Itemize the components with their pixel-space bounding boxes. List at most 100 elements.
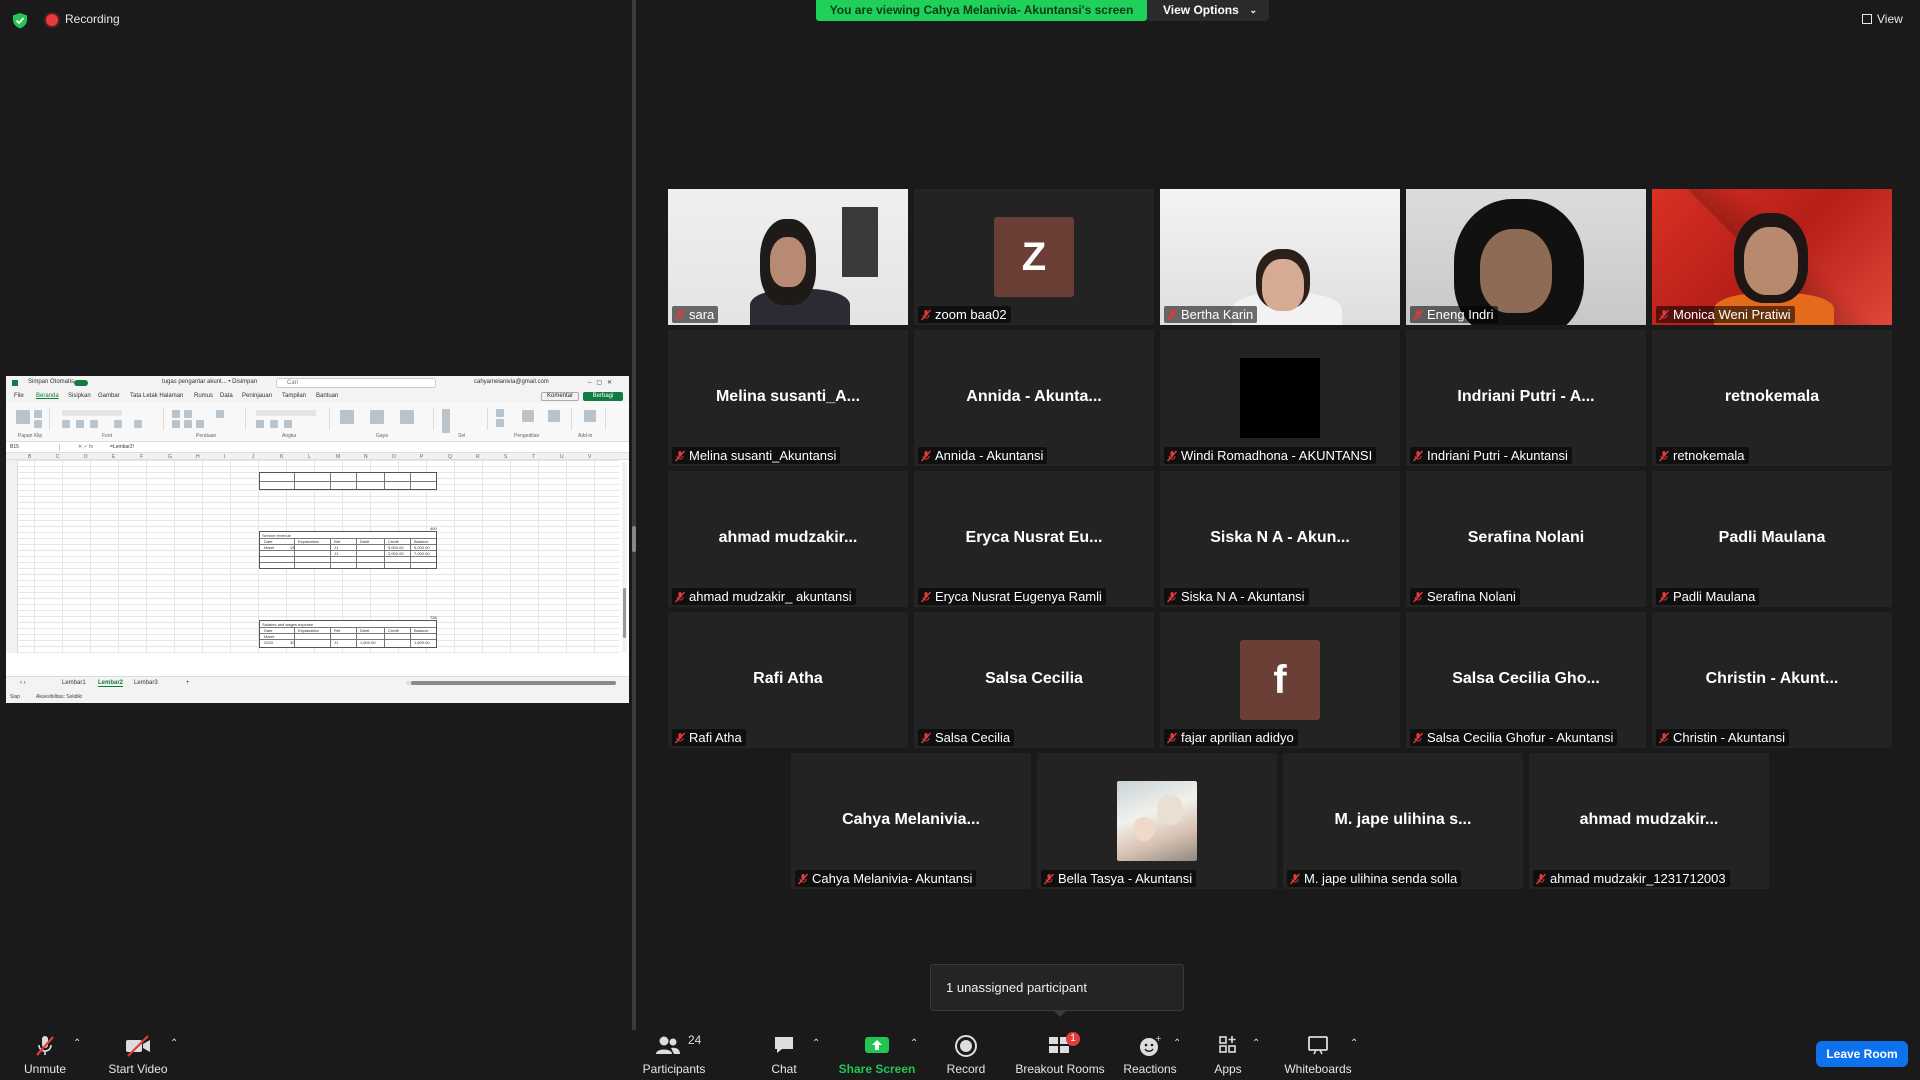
recording-label[interactable]: Recording: [65, 12, 120, 26]
participant-tile[interactable]: Melina susanti_A... Melina susanti_Akunta…: [668, 330, 908, 466]
ribbon-label-styles: Gaya: [376, 433, 388, 439]
participant-display-name: Salsa Cecilia: [985, 670, 1083, 687]
audio-options-caret-icon[interactable]: ⌃: [73, 1038, 81, 1049]
view-grid-icon: [1862, 14, 1872, 24]
participant-nameplate: Eryca Nusrat Eugenya Ramli: [918, 588, 1106, 605]
participant-tile[interactable]: Bertha Karin: [1160, 189, 1400, 325]
participant-tile[interactable]: ahmad mudzakir... ahmad mudzakir_ akuntan…: [668, 471, 908, 607]
muted-mic-icon: [1412, 309, 1424, 321]
breakout-rooms-button[interactable]: 1 Breakout Rooms: [1010, 1030, 1110, 1080]
participant-tile[interactable]: Eneng Indri: [1406, 189, 1646, 325]
participant-tile[interactable]: M. jape ulihina s... M. jape ulihina send…: [1283, 753, 1523, 889]
video-options-caret-icon[interactable]: ⌃: [170, 1038, 178, 1049]
sheet-table-1: [259, 472, 437, 490]
muted-mic-icon: [920, 591, 932, 603]
participant-tile[interactable]: Cahya Melanivia... Cahya Melanivia- Akunt…: [791, 753, 1031, 889]
participant-nameplate: Christin - Akuntansi: [1656, 729, 1789, 746]
whiteboards-button[interactable]: Whiteboards: [1280, 1030, 1356, 1080]
autosave-toggle: [74, 380, 88, 386]
view-button[interactable]: View: [1877, 12, 1903, 26]
t3-r2-day: 30: [290, 640, 295, 645]
name-box: B15: [10, 444, 60, 451]
apps-button[interactable]: Apps: [1206, 1030, 1250, 1080]
sheet-tab-3: Lembar3: [134, 680, 158, 686]
muted-mic-icon: [1166, 732, 1178, 744]
participant-tile[interactable]: Windi Romadhona - AKUNTANSI: [1160, 330, 1400, 466]
participant-tile[interactable]: Christin - Akunt... Christin - Akuntansi: [1652, 612, 1892, 748]
reactions-caret-icon[interactable]: ⌃: [1173, 1038, 1181, 1049]
participant-video: [1652, 189, 1892, 325]
excel-comment-button: Komentar: [541, 392, 579, 401]
participant-tile[interactable]: Bella Tasya - Akuntansi: [1037, 753, 1277, 889]
participant-tile[interactable]: sara: [668, 189, 908, 325]
participants-count: 24: [688, 1033, 702, 1047]
muted-mic-icon: [920, 309, 932, 321]
apps-caret-icon[interactable]: ⌃: [1252, 1038, 1260, 1049]
unassigned-participant-popup[interactable]: 1 unassigned participant: [930, 964, 1184, 1011]
fx-icon: ✕ ✓ fx: [78, 444, 94, 450]
participant-tile[interactable]: f fajar aprilian adidyo: [1160, 612, 1400, 748]
participant-tile[interactable]: Annida - Akunta... Annida - Akuntansi: [914, 330, 1154, 466]
participant-display-name: Siska N A - Akun...: [1210, 529, 1350, 546]
participant-tile[interactable]: Salsa Cecilia Gho... Salsa Cecilia Ghofur…: [1406, 612, 1646, 748]
participant-tile[interactable]: Zzoom baa02: [914, 189, 1154, 325]
start-video-label: Start Video: [108, 1062, 168, 1076]
avatar: [1240, 358, 1320, 438]
unmute-button[interactable]: Unmute: [12, 1030, 78, 1080]
participant-tile[interactable]: Siska N A - Akun... Siska N A - Akuntansi: [1160, 471, 1400, 607]
microphone-muted-icon: [36, 1036, 54, 1056]
chat-button[interactable]: Chat: [760, 1030, 808, 1080]
participant-name: Windi Romadhona - AKUNTANSI: [1181, 448, 1373, 463]
splitter-handle[interactable]: [632, 526, 636, 552]
record-label: Record: [946, 1062, 986, 1076]
participant-name: fajar aprilian adidyo: [1181, 730, 1294, 745]
start-video-button[interactable]: Start Video: [98, 1030, 178, 1080]
svg-text:+: +: [1155, 1034, 1162, 1043]
leave-room-button[interactable]: Leave Room: [1816, 1041, 1908, 1067]
shared-screen[interactable]: Simpan Otomatis tugas pengantar akunt...…: [6, 376, 629, 703]
chat-options-caret-icon[interactable]: ⌃: [812, 1038, 820, 1049]
participant-display-name: Eryca Nusrat Eu...: [965, 529, 1103, 546]
participant-tile[interactable]: ahmad mudzakir... ahmad mudzakir_12317120…: [1529, 753, 1769, 889]
security-shield-icon[interactable]: [12, 12, 28, 29]
reactions-button[interactable]: + Reactions: [1122, 1030, 1178, 1080]
participant-tile[interactable]: Serafina Nolani Serafina Nolani: [1406, 471, 1646, 607]
participant-display-name: Indriani Putri - A...: [1457, 388, 1595, 405]
viewing-share-banner: You are viewing Cahya Melanivia- Akuntan…: [816, 0, 1147, 21]
excel-menu-bar: File Beranda Sisipkan Gambar Tata Letak …: [6, 390, 629, 402]
participant-name: Bertha Karin: [1181, 307, 1254, 322]
apps-icon: [1219, 1036, 1236, 1053]
t3-r2-date: 2023: [264, 640, 273, 645]
muted-mic-icon: [1412, 591, 1424, 603]
participant-name: Siska N A - Akuntansi: [1181, 589, 1305, 604]
participant-tile[interactable]: Padli Maulana Padli Maulana: [1652, 471, 1892, 607]
record-button[interactable]: Record: [938, 1030, 994, 1080]
t2-h-balance: Balance: [414, 539, 429, 544]
participant-nameplate: Salsa Cecilia: [918, 729, 1015, 746]
participant-tile[interactable]: Eryca Nusrat Eu... Eryca Nusrat Eugenya R…: [914, 471, 1154, 607]
muted-mic-icon: [1043, 873, 1055, 885]
panel-splitter[interactable]: [632, 0, 636, 1030]
participants-button[interactable]: 24 Participants: [638, 1030, 710, 1080]
menu-beranda: Beranda: [36, 393, 59, 399]
participant-nameplate: Padli Maulana: [1656, 588, 1760, 605]
participant-nameplate: ahmad mudzakir_ akuntansi: [672, 588, 856, 605]
popup-pointer: [1053, 1010, 1067, 1017]
muted-mic-icon: [1658, 591, 1670, 603]
participant-tile[interactable]: Rafi Atha Rafi Atha: [668, 612, 908, 748]
participant-name: Cahya Melanivia- Akuntansi: [812, 871, 973, 886]
share-options-caret-icon[interactable]: ⌃: [910, 1038, 918, 1049]
share-screen-button[interactable]: Share Screen: [838, 1030, 916, 1080]
participant-tile[interactable]: Indriani Putri - A... Indriani Putri - Ak…: [1406, 330, 1646, 466]
view-options-button[interactable]: View Options ⌄: [1147, 0, 1269, 21]
participant-name: Eryca Nusrat Eugenya Ramli: [935, 589, 1102, 604]
participant-tile[interactable]: Salsa Cecilia Salsa Cecilia: [914, 612, 1154, 748]
t2-r1-balance: 5,000.00: [414, 545, 430, 550]
participant-tile[interactable]: Monica Weni Pratiwi: [1652, 189, 1892, 325]
t3-r1-date: Maret: [264, 634, 275, 639]
participant-display-name: Christin - Akunt...: [1705, 670, 1839, 687]
participant-tile[interactable]: retnokemala retnokemala: [1652, 330, 1892, 466]
participant-nameplate: Rafi Atha: [672, 729, 746, 746]
whiteboards-caret-icon[interactable]: ⌃: [1350, 1038, 1358, 1049]
menu-rumus: Rumus: [194, 393, 214, 399]
